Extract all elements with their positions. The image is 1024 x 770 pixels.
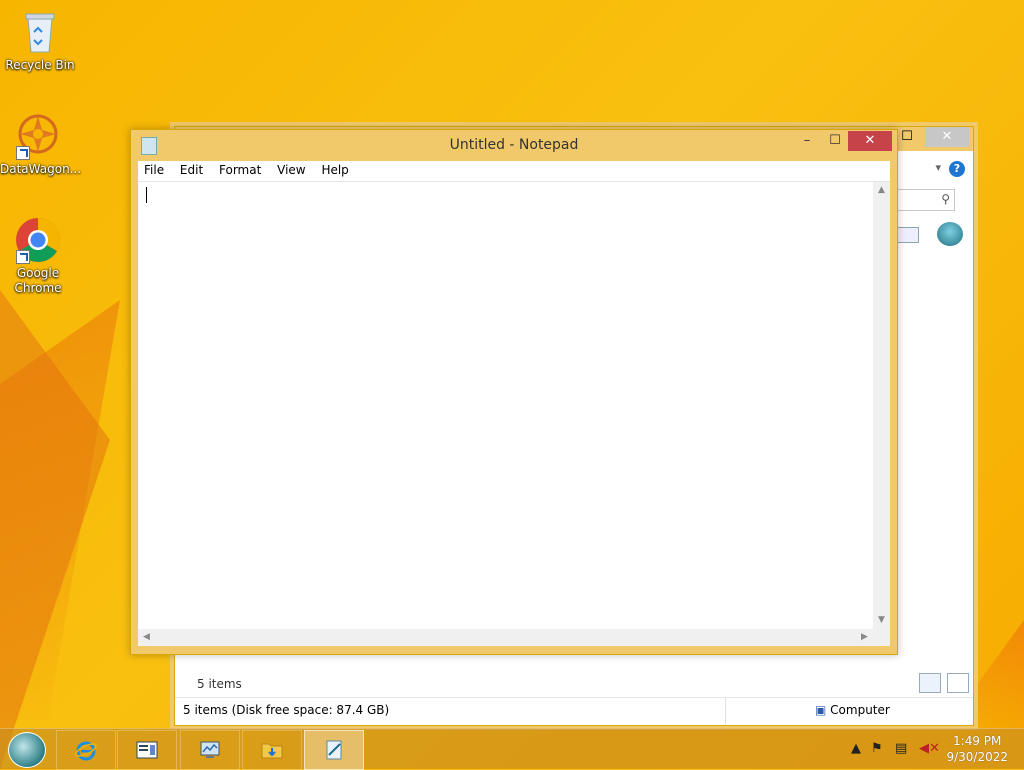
view-switcher [919, 673, 971, 696]
status-location-label: Computer [830, 703, 890, 717]
explorer-search-input[interactable]: ⚲ [893, 189, 955, 211]
vertical-scrollbar[interactable]: ▲ ▼ [873, 182, 890, 629]
clock-time: 1:49 PM [953, 734, 1002, 748]
clock[interactable]: 1:49 PM 9/30/2022 [946, 733, 1008, 765]
folder-icon [261, 743, 283, 759]
taskbar-file-explorer[interactable] [242, 730, 302, 770]
start-button[interactable] [8, 732, 46, 768]
desktop-icon-label: Recycle Bin [5, 58, 75, 72]
show-hidden-icons-chevron-icon[interactable]: ▲ [851, 741, 861, 756]
resize-grip-icon[interactable] [873, 629, 890, 646]
text-editor-area[interactable] [138, 182, 873, 629]
maximize-button[interactable]: ☐ [821, 131, 849, 151]
horizontal-scrollbar[interactable]: ◀ ▶ [138, 629, 873, 646]
menu-edit[interactable]: Edit [174, 161, 209, 179]
notepad-titlebar[interactable]: Untitled - Notepad [131, 130, 897, 160]
taskbar-internet-explorer[interactable] [56, 730, 116, 770]
shortcut-arrow-icon [16, 250, 30, 264]
desktop-icon-label: Google Chrome [14, 266, 62, 295]
shell-orb-icon [937, 222, 963, 246]
taskbar-app-window[interactable] [117, 730, 177, 770]
window-icon [136, 741, 158, 759]
system-tray: ▲ ⚑ ▤ ◀✕ 1:49 PM 9/30/2022 [824, 729, 1024, 769]
text-caret [146, 187, 147, 203]
network-icon[interactable]: ▤ [895, 741, 907, 756]
explorer-status-bar: 5 items (Disk free space: 87.4 GB) ▣ Com… [175, 697, 973, 724]
notepad-icon [326, 740, 342, 760]
search-icon: ⚲ [941, 192, 950, 206]
status-separator [725, 698, 726, 724]
menu-format[interactable]: Format [213, 161, 267, 179]
action-center-flag-icon[interactable]: ⚑ [871, 741, 883, 756]
chrome-icon [14, 216, 62, 264]
large-icons-view-icon[interactable] [946, 673, 969, 693]
window-title: Untitled - Notepad [449, 137, 579, 153]
shortcut-arrow-icon [16, 146, 30, 160]
clock-date: 9/30/2022 [946, 750, 1008, 764]
status-disk-space: 5 items (Disk free space: 87.4 GB) [183, 703, 390, 717]
menu-bar: File Edit Format View Help [138, 161, 890, 182]
datawagon-icon [14, 112, 62, 160]
desktop-icon-label: DataWagon... [0, 162, 82, 176]
volume-muted-icon[interactable]: ◀✕ [919, 741, 940, 756]
monitor-icon [200, 741, 220, 758]
taskbar-app-monitor[interactable] [180, 730, 240, 770]
status-location: ▣ Computer [815, 703, 890, 717]
explorer-close-button[interactable]: ✕ [925, 127, 969, 147]
computer-icon: ▣ [815, 703, 827, 717]
help-icon[interactable]: ? [949, 161, 965, 177]
scroll-up-icon[interactable]: ▲ [873, 182, 890, 199]
ribbon-expand-chevron-icon[interactable]: ▾ [935, 161, 941, 174]
scroll-down-icon[interactable]: ▼ [873, 612, 890, 629]
desktop-icon-datawagon[interactable]: DataWagon... [0, 112, 82, 177]
menu-help[interactable]: Help [315, 161, 354, 179]
close-button[interactable]: ✕ [848, 131, 892, 151]
taskbar-notepad[interactable] [304, 730, 364, 770]
minimize-button[interactable]: – [793, 131, 821, 151]
desktop-icon-google-chrome[interactable]: Google Chrome [0, 216, 76, 296]
notepad-window[interactable]: Untitled - Notepad – ☐ ✕ File Edit Forma… [130, 129, 898, 655]
desktop-icon-recycle-bin[interactable]: Recycle Bin [2, 8, 78, 73]
taskbar: ▲ ⚑ ▤ ◀✕ 1:49 PM 9/30/2022 [0, 728, 1024, 770]
recycle-bin-icon [16, 8, 64, 56]
scroll-left-icon[interactable]: ◀ [138, 629, 155, 646]
ie-icon [75, 741, 97, 761]
preview-pane-icon[interactable] [897, 227, 919, 243]
details-view-icon[interactable] [919, 673, 941, 693]
scroll-right-icon[interactable]: ▶ [856, 629, 873, 646]
menu-file[interactable]: File [138, 161, 170, 179]
items-count: 5 items [197, 677, 242, 691]
menu-view[interactable]: View [271, 161, 311, 179]
